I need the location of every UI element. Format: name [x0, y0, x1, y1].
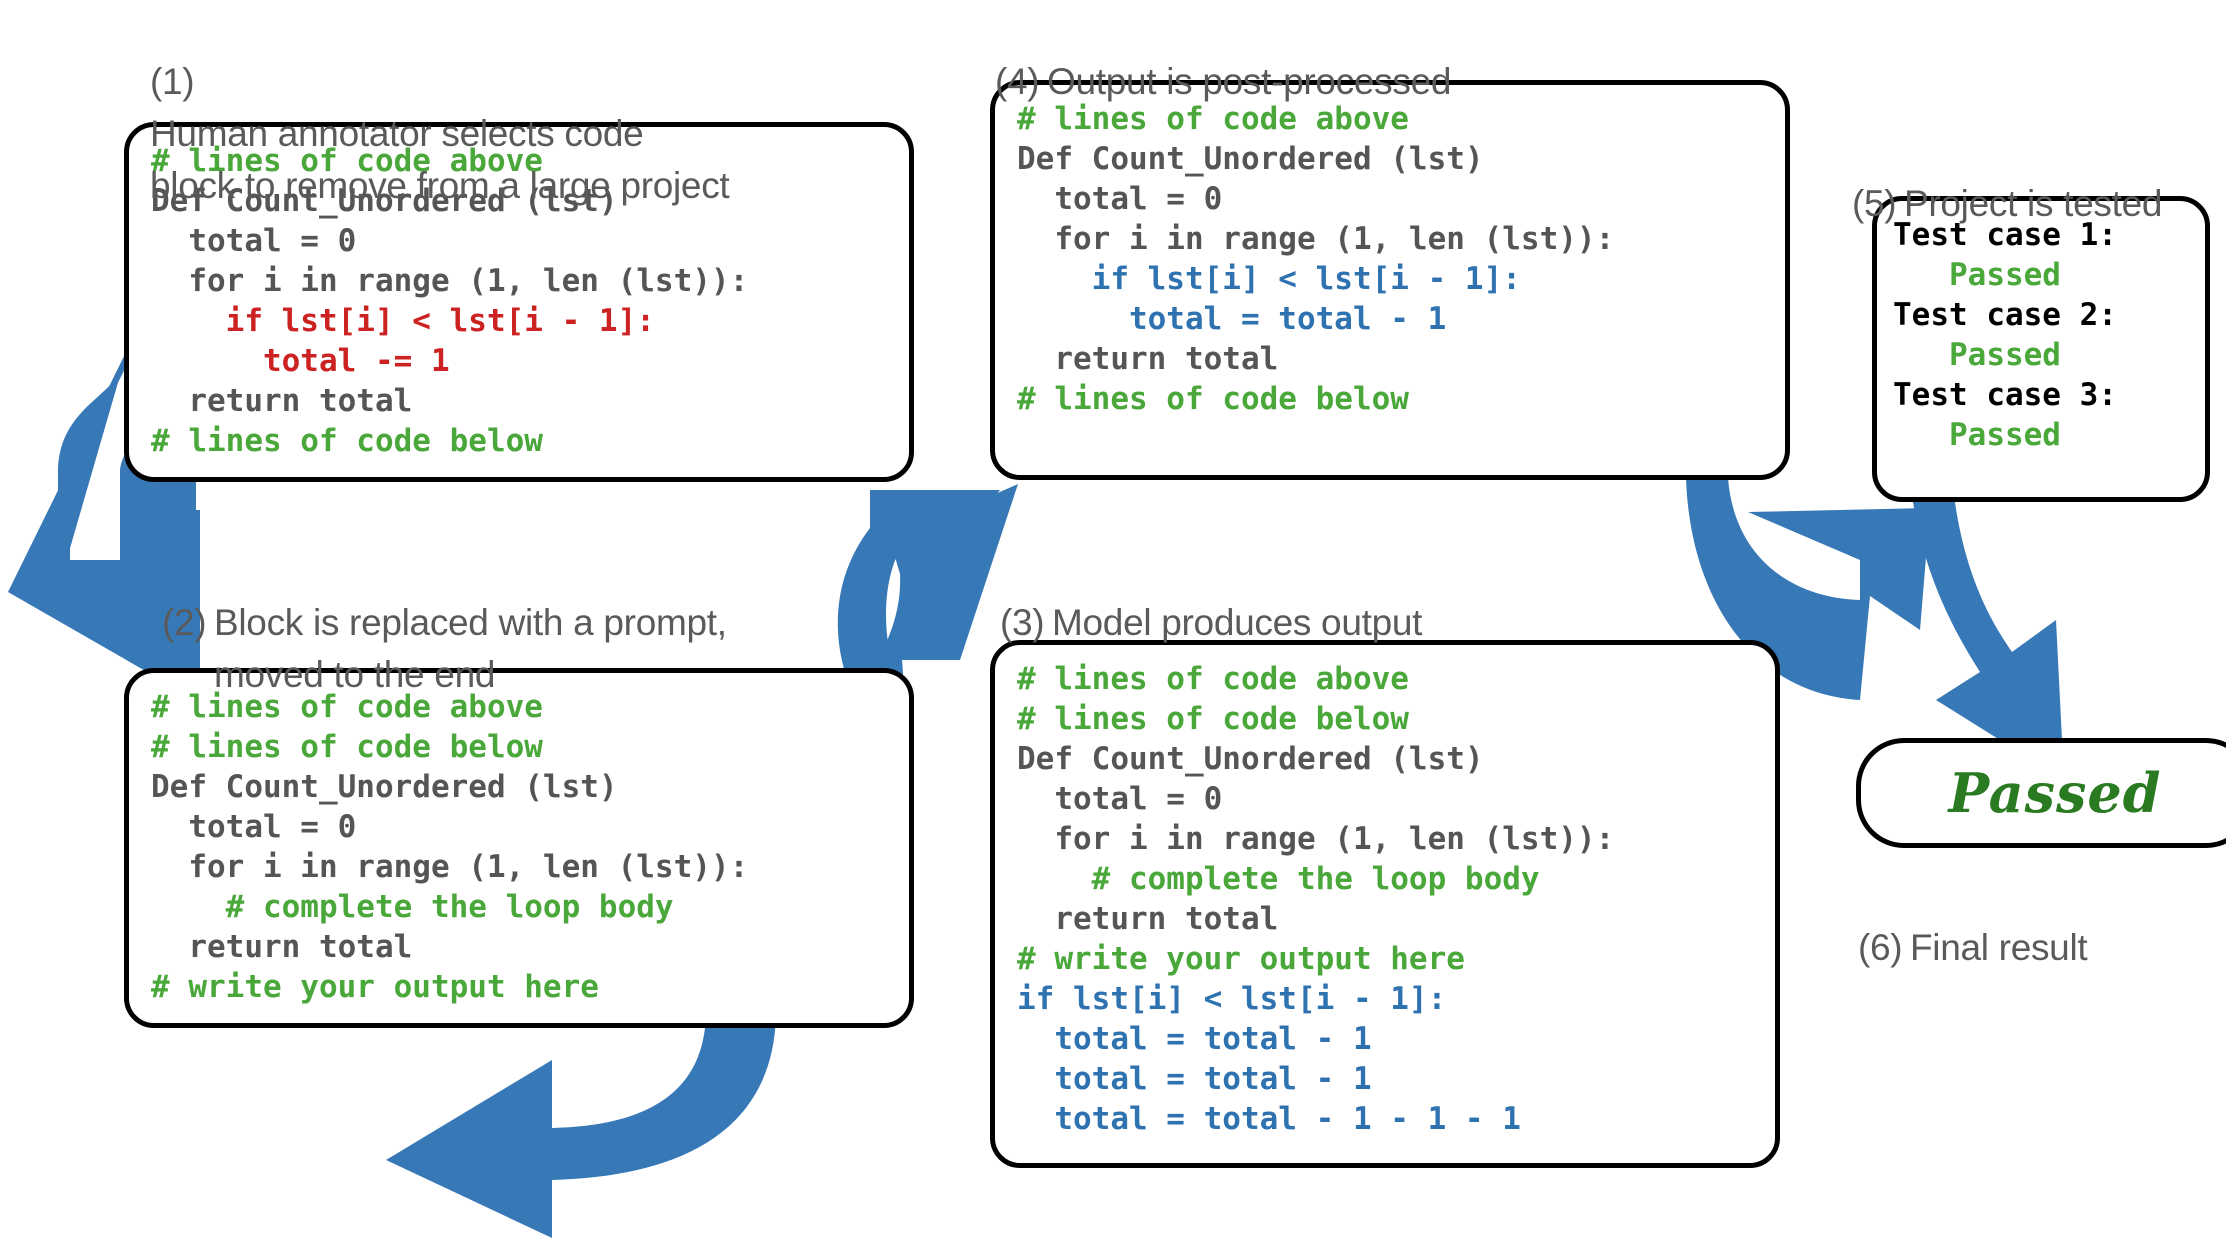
- code-line: # lines of code below: [151, 423, 543, 459]
- caption-step-2-text: Block is replaced with a prompt, moved t…: [214, 602, 727, 695]
- test-result-line: Passed: [1893, 417, 2061, 453]
- caption-step-5: (5) Project is tested: [1852, 126, 2226, 230]
- code-line: for i in range (1, len (lst)):: [151, 849, 749, 885]
- test-result-line: Passed: [1893, 337, 2061, 373]
- code-line: Def Count_Unordered (lst): [1017, 141, 1484, 177]
- caption-step-5-text: Project is tested: [1904, 183, 2163, 224]
- test-result-line: Test case 2:: [1893, 297, 2117, 333]
- code-line: # lines of code below: [1017, 381, 1409, 417]
- test-results-box: Test case 1: Passed Test case 2: Passed Te…: [1872, 196, 2210, 502]
- code-line: for i in range (1, len (lst)):: [1017, 221, 1615, 257]
- code-line: for i in range (1, len (lst)):: [1017, 821, 1615, 857]
- caption-step-4-text: Output is post-processed: [1047, 61, 1452, 102]
- arrow-step5-to-final: [1910, 478, 2064, 780]
- code-box-step-3: # lines of code above # lines of code bel…: [990, 640, 1780, 1168]
- test-result-line: Test case 3:: [1893, 377, 2117, 413]
- code-line: Def Count_Unordered (lst): [1017, 741, 1484, 777]
- code-line: if lst[i] < lst[i - 1]:: [1017, 261, 1521, 297]
- code-line: # lines of code below: [1017, 701, 1409, 737]
- code-line: return total: [151, 929, 413, 965]
- code-line: total -= 1: [151, 343, 450, 379]
- caption-step-1-number: (1): [150, 61, 195, 102]
- code-line: # write your output here: [151, 969, 599, 1005]
- code-line: # complete the loop body: [1017, 861, 1540, 897]
- caption-step-6: (6) Final result: [1858, 870, 2226, 974]
- code-line: total = 0: [151, 223, 357, 259]
- code-line: if lst[i] < lst[i - 1]:: [1017, 981, 1447, 1017]
- caption-step-3-text: Model produces output: [1052, 602, 1423, 643]
- code-line: total = total - 1: [1017, 1061, 1372, 1097]
- caption-step-2: (2) Block is replaced with a prompt, move…: [162, 545, 782, 701]
- code-line: Def Count_Unordered (lst): [151, 769, 618, 805]
- caption-step-5-number: (5): [1852, 183, 1897, 224]
- arrow-step2-to-step3: [386, 1010, 776, 1238]
- code-line: return total: [151, 383, 413, 419]
- caption-step-6-text: Final result: [1910, 927, 2088, 968]
- code-line: return total: [1017, 901, 1279, 937]
- code-line: total = total - 1 - 1 - 1: [1017, 1101, 1521, 1137]
- final-result-label: Passed: [1948, 761, 2162, 825]
- code-line: return total: [1017, 341, 1279, 377]
- caption-step-4-number: (4): [995, 61, 1040, 102]
- code-box-step-4: # lines of code above Def Count_Unordered…: [990, 80, 1790, 480]
- code-line: total = 0: [1017, 181, 1223, 217]
- code-box-step-2: # lines of code above # lines of code bel…: [124, 668, 914, 1028]
- flow-diagram: (1) Human annotator selects code block to…: [0, 0, 2226, 1240]
- caption-step-6-number: (6): [1858, 927, 1903, 968]
- caption-step-2-number: (2): [162, 602, 207, 643]
- caption-step-3: (3) Model produces output: [1000, 545, 1560, 649]
- code-line: # write your output here: [1017, 941, 1465, 977]
- code-line: if lst[i] < lst[i - 1]:: [151, 303, 655, 339]
- code-line: # lines of code below: [151, 729, 543, 765]
- code-line: # complete the loop body: [151, 889, 674, 925]
- code-line: total = total - 1: [1017, 301, 1447, 337]
- code-line: # lines of code above: [1017, 661, 1409, 697]
- code-line: total = 0: [1017, 781, 1223, 817]
- final-result-pill: Passed: [1856, 738, 2226, 848]
- code-line: total = total - 1: [1017, 1021, 1372, 1057]
- code-line: for i in range (1, len (lst)):: [151, 263, 749, 299]
- test-result-line: Passed: [1893, 257, 2061, 293]
- caption-step-4: (4) Output is post-processed: [995, 4, 1555, 108]
- caption-step-3-number: (3): [1000, 602, 1045, 643]
- caption-step-1: (1) Human annotator selects code block to…: [150, 4, 770, 212]
- caption-step-1-text: Human annotator selects code block to re…: [150, 113, 730, 206]
- code-line: total = 0: [151, 809, 357, 845]
